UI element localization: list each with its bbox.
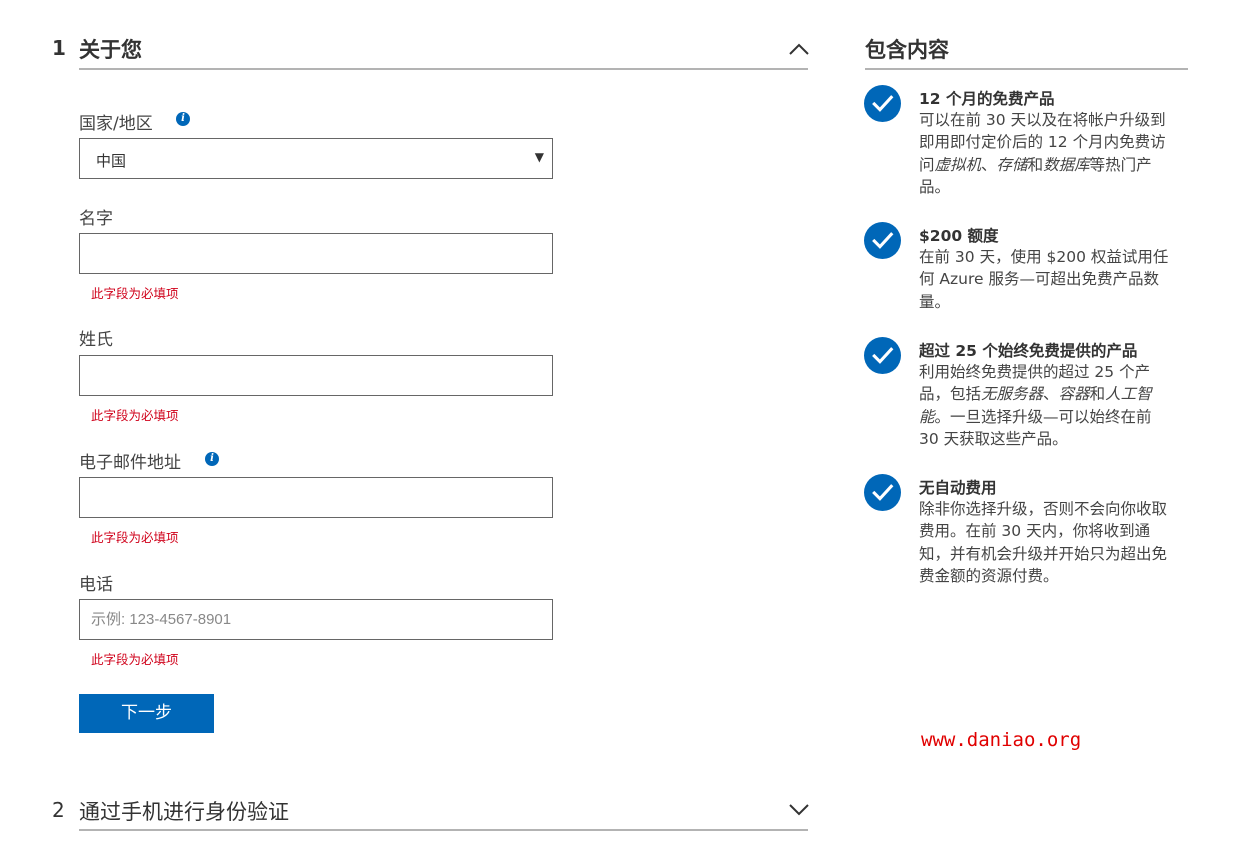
- feature-emphasis: 能: [919, 407, 935, 426]
- feature-text: 、: [1043, 385, 1059, 404]
- first-name-label: 名字: [79, 209, 113, 229]
- watermark: www.daniao.org: [921, 729, 1082, 751]
- feature-text: 品。: [919, 177, 951, 196]
- dropdown-arrow-icon: ▼: [534, 150, 544, 164]
- feature-emphasis: 存储: [996, 155, 1028, 174]
- feature-description-line: 量。: [919, 291, 1191, 313]
- feature-description-line: 除非你选择升级，否则不会向你收取: [919, 498, 1191, 520]
- feature-emphasis: 无服务器: [981, 385, 1044, 404]
- feature-description-line: 在前 30 天，使用 $200 权益试用任: [919, 246, 1191, 268]
- phone-field[interactable]: [79, 599, 553, 640]
- check-circle-icon: [864, 337, 901, 374]
- section-1-number: 1: [52, 36, 66, 60]
- check-circle-icon: [864, 474, 901, 511]
- country-select-value: 中国: [96, 152, 127, 170]
- feature-description-line: 知，并有机会升级并开始只为超出免: [919, 543, 1191, 565]
- feature-text: 问: [919, 155, 935, 174]
- feature-text: 即用即付定价后的 12 个月内免费访: [919, 133, 1166, 152]
- check-circle-icon: [864, 222, 901, 259]
- section-1-divider: [79, 68, 808, 70]
- feature-text: 等热门产: [1089, 155, 1152, 174]
- check-circle-icon: [864, 85, 901, 122]
- feature-title: 无自动费用: [919, 479, 997, 497]
- feature-description-line: 利用始终免费提供的超过 25 个产: [919, 361, 1191, 383]
- first-name-input[interactable]: [80, 234, 552, 273]
- feature-text: 和: [1089, 385, 1106, 404]
- feature-text: 、: [981, 155, 997, 174]
- section-1-title[interactable]: 关于您: [79, 34, 142, 64]
- feature-description-line: 品，包括无服务器、容器和人工智: [919, 383, 1191, 405]
- last-name-input[interactable]: [80, 356, 552, 395]
- info-icon[interactable]: i: [205, 452, 219, 466]
- feature-title: $200 额度: [919, 227, 999, 245]
- chevron-up-icon[interactable]: [788, 42, 810, 56]
- feature-text: 品，包括: [919, 385, 982, 404]
- email-error: 此字段为必填项: [91, 530, 179, 545]
- feature-text: 在前 30 天，使用 $200 权益试用任: [919, 248, 1169, 266]
- feature-description: 可以在前 30 天以及在将帐户升级到 即用即付定价后的 12 个月内免费访 问虚拟机…: [919, 109, 1191, 198]
- feature-description-line: 30 天获取这些产品。: [919, 428, 1191, 450]
- feature-emphasis: 容器: [1058, 385, 1090, 404]
- chevron-down-icon[interactable]: [788, 803, 810, 817]
- feature-text: 费用。在前 30 天内，你将收到通: [919, 522, 1151, 541]
- phone-error: 此字段为必填项: [91, 652, 179, 667]
- phone-input[interactable]: [80, 600, 552, 639]
- first-name-field[interactable]: [79, 233, 553, 274]
- feature-description-line: 即用即付定价后的 12 个月内免费访: [919, 131, 1191, 153]
- feature-title: 超过 25 个始终免费提供的产品: [919, 342, 1138, 360]
- feature-description-line: 能。一旦选择升级—可以始终在前: [919, 406, 1191, 428]
- feature-emphasis: 人工智: [1105, 385, 1152, 404]
- feature-description-line: 可以在前 30 天以及在将帐户升级到: [919, 109, 1191, 131]
- feature-description-line: 费用。在前 30 天内，你将收到通: [919, 520, 1191, 542]
- feature-text: 除非你选择升级，否则不会向你收取: [919, 500, 1168, 518]
- country-label: 国家/地区: [79, 114, 153, 134]
- feature-text: 和: [1027, 155, 1044, 174]
- feature-emphasis: 数据库: [1043, 155, 1090, 174]
- feature-description-line: 费金额的资源付费。: [919, 565, 1191, 587]
- feature-text: 利用始终免费提供的超过 25 个产: [919, 363, 1151, 381]
- feature-description-line: 何 Azure 服务—可超出免费产品数: [919, 268, 1191, 290]
- section-2-divider: [79, 829, 808, 831]
- feature-title: 12 个月的免费产品: [919, 90, 1055, 108]
- first-name-error: 此字段为必填项: [91, 286, 179, 301]
- feature-description: 利用始终免费提供的超过 25 个产 品，包括无服务器、容器和人工智 能。一旦选择升级…: [919, 361, 1191, 450]
- next-button[interactable]: 下一步: [79, 694, 214, 733]
- feature-description: 在前 30 天，使用 $200 权益试用任何 Azure 服务—可超出免费产品数…: [919, 246, 1191, 313]
- last-name-field[interactable]: [79, 355, 553, 396]
- info-icon[interactable]: i: [176, 112, 190, 126]
- feature-text: 可以在前 30 天以及在将帐户升级到: [919, 111, 1166, 129]
- phone-label: 电话: [79, 575, 113, 595]
- included-title: 包含内容: [865, 38, 949, 62]
- section-2-title[interactable]: 通过手机进行身份验证: [79, 796, 289, 826]
- feature-text: 知，并有机会升级并开始只为超出免: [919, 544, 1168, 563]
- feature-description-line: 品。: [919, 176, 1191, 198]
- last-name-error: 此字段为必填项: [91, 408, 179, 423]
- email-label: 电子邮件地址: [79, 453, 181, 473]
- last-name-label: 姓氏: [79, 330, 113, 350]
- included-divider: [865, 68, 1188, 70]
- section-2-number: 2: [52, 798, 65, 822]
- feature-description: 除非你选择升级，否则不会向你收取 费用。在前 30 天内，你将收到通 知，并有机会升…: [919, 498, 1191, 587]
- feature-text: 30 天获取这些产品。: [919, 429, 1068, 448]
- feature-text: 费金额的资源付费。: [919, 566, 1059, 585]
- country-select[interactable]: 中国 ▼: [79, 138, 553, 179]
- feature-emphasis: 虚拟机: [934, 155, 982, 174]
- feature-description-line: 问虚拟机、存储和数据库等热门产: [919, 154, 1191, 176]
- feature-text: 。一旦选择升级—可以始终在前: [934, 407, 1152, 426]
- feature-text: 量。: [919, 292, 951, 311]
- email-input[interactable]: [80, 478, 552, 517]
- email-field[interactable]: [79, 477, 553, 518]
- feature-text: 何 Azure 服务—可超出免费产品数: [919, 270, 1159, 289]
